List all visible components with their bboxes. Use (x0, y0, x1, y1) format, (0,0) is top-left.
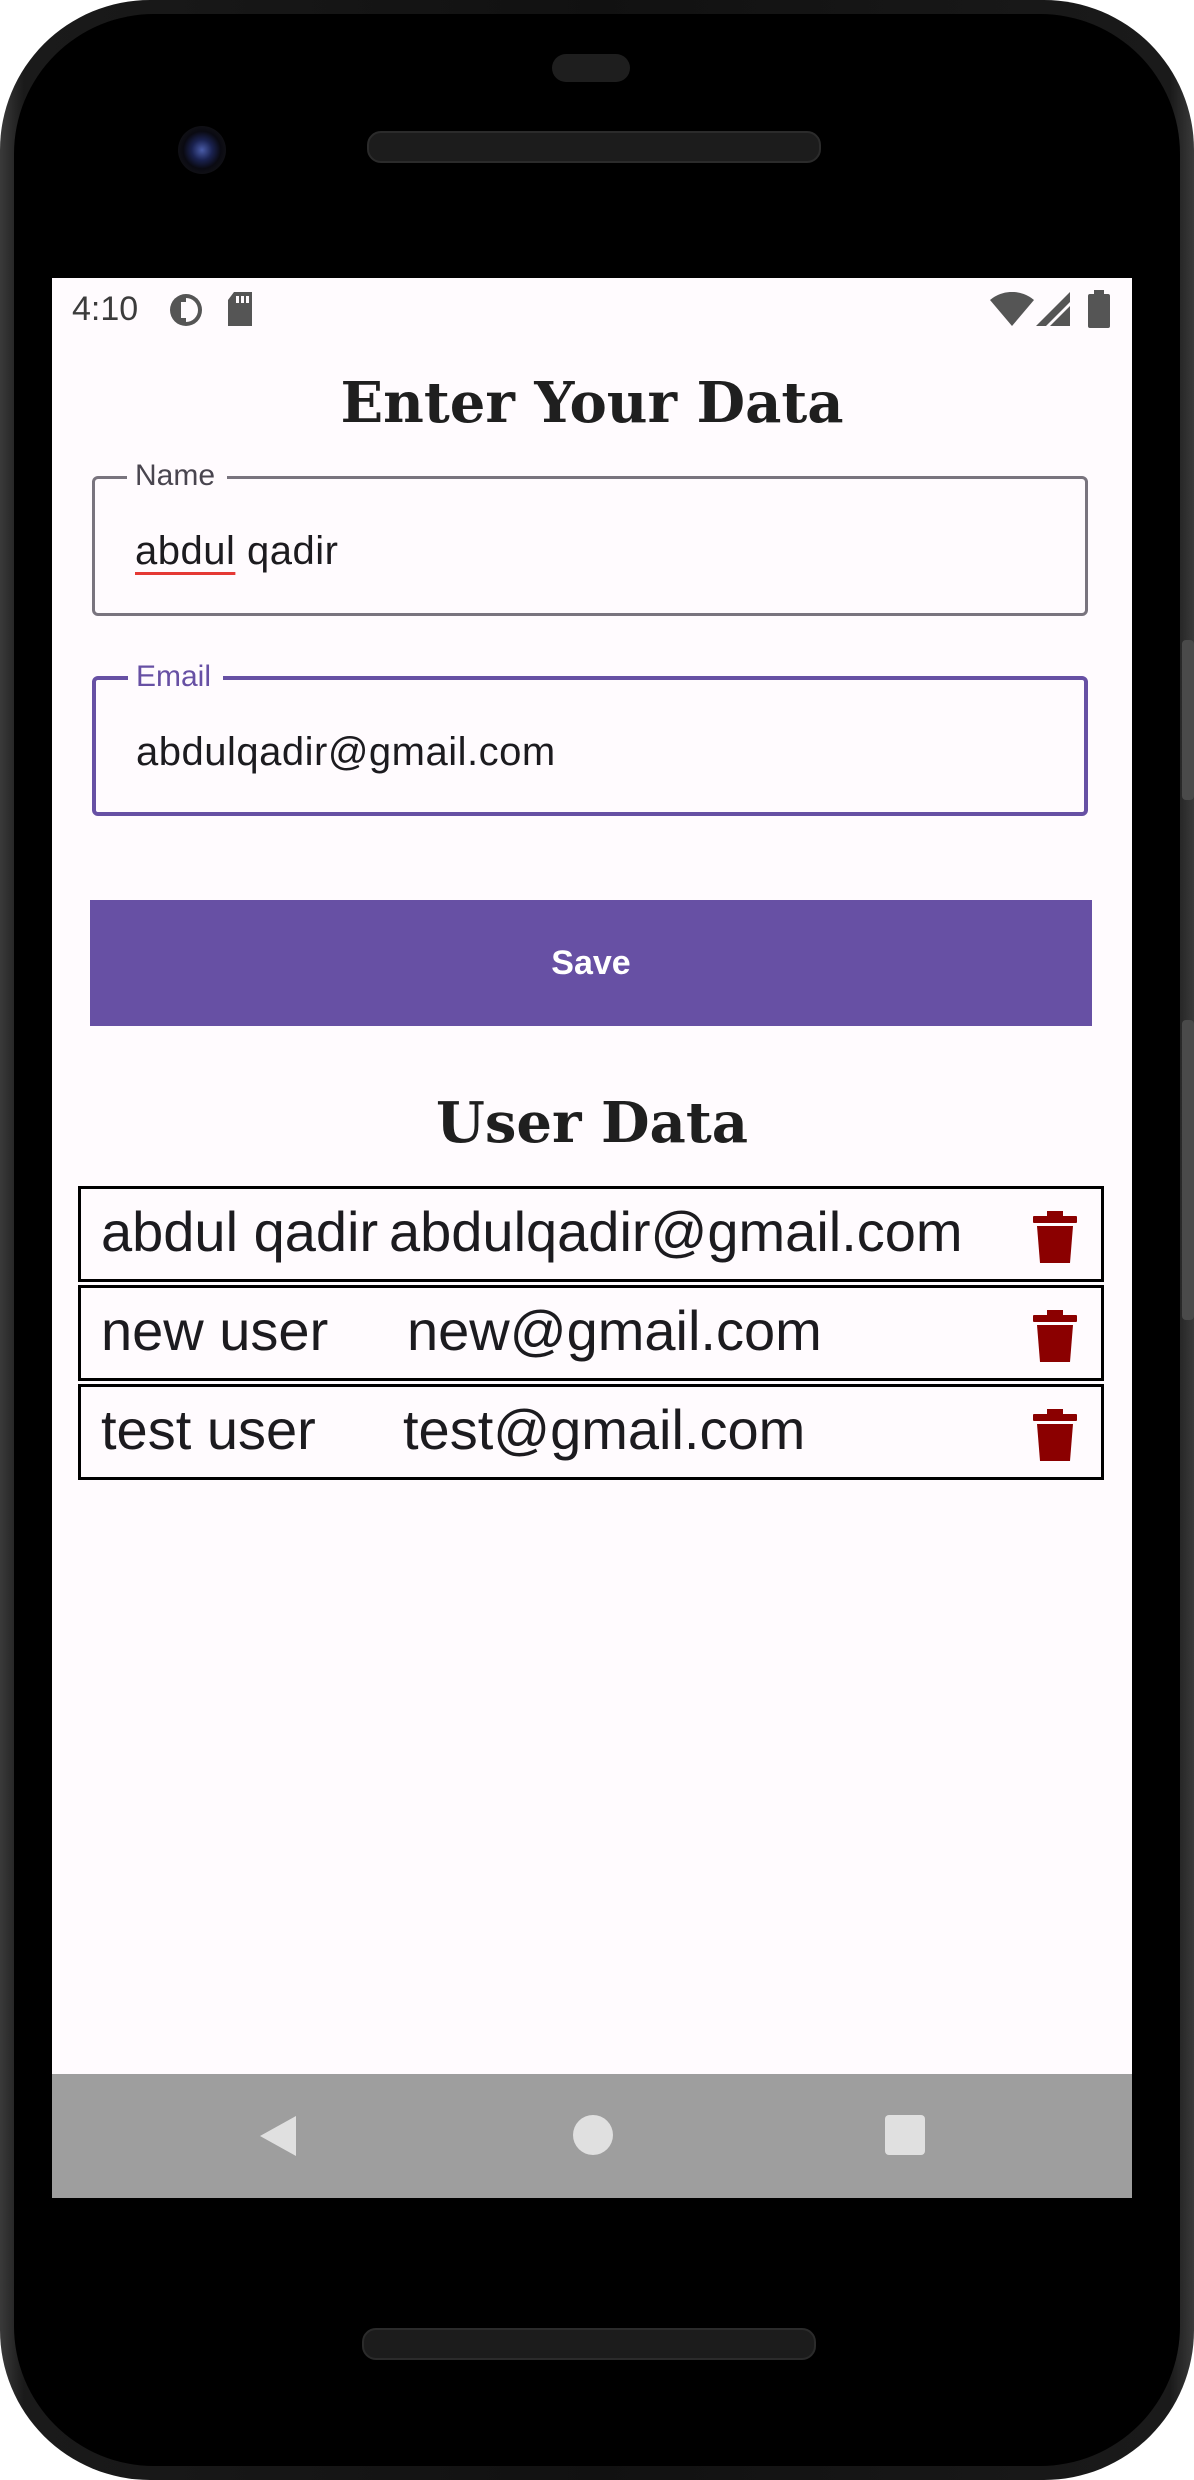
recents-square-icon[interactable] (884, 2114, 926, 2161)
name-value-rest: qadir (235, 529, 339, 573)
save-button[interactable]: Save (90, 900, 1092, 1026)
battery-icon (1088, 290, 1110, 333)
phone-frame: 4:10 Enter Your Data Name abdul qadir Em… (0, 0, 1194, 2480)
home-circle-icon[interactable] (572, 2114, 614, 2161)
email-field[interactable]: Email abdulqadir@gmail.com (92, 660, 1088, 816)
table-row: test user test@gmail.com (78, 1384, 1104, 1480)
table-row: new user new@gmail.com (78, 1285, 1104, 1381)
delete-icon[interactable] (1033, 1409, 1077, 1461)
email-field-value[interactable]: abdulqadir@gmail.com (136, 730, 556, 775)
user-email: test@gmail.com (403, 1398, 806, 1461)
user-name: new user (101, 1299, 329, 1362)
front-camera (178, 126, 226, 174)
back-triangle-icon[interactable] (256, 2114, 300, 2163)
name-field[interactable]: Name abdul qadir (92, 459, 1088, 616)
volume-button (1182, 640, 1194, 800)
power-button (1182, 1020, 1194, 1320)
status-time: 4:10 (72, 290, 139, 328)
wifi-icon (990, 291, 1034, 331)
name-field-label: Name (127, 459, 228, 493)
user-email: new@gmail.com (407, 1299, 822, 1362)
navigation-bar (52, 2074, 1132, 2198)
bottom-speaker-grille (362, 2328, 816, 2360)
user-name: abdul qadir (101, 1200, 379, 1263)
cell-signal-icon (1036, 292, 1070, 331)
earpiece-slot (552, 54, 630, 82)
top-speaker-grille (367, 131, 821, 163)
delete-icon[interactable] (1033, 1310, 1077, 1362)
user-data-title: User Data (436, 1090, 748, 1156)
delete-icon[interactable] (1033, 1211, 1077, 1263)
data-saver-icon (168, 292, 204, 333)
app-screen: 4:10 Enter Your Data Name abdul qadir Em… (52, 278, 1132, 2198)
sd-card-icon (226, 292, 254, 331)
status-bar: 4:10 (52, 278, 1132, 342)
user-table: abdul qadir abdulqadir@gmail.com new use… (78, 1186, 1104, 1483)
misspelled-word: abdul (135, 529, 236, 573)
table-row: abdul qadir abdulqadir@gmail.com (78, 1186, 1104, 1282)
user-email: abdulqadir@gmail.com (389, 1200, 963, 1263)
page-title: Enter Your Data (340, 370, 844, 436)
user-name: test user (101, 1398, 316, 1461)
email-field-label: Email (128, 660, 224, 694)
name-field-value[interactable]: abdul qadir (135, 529, 338, 574)
